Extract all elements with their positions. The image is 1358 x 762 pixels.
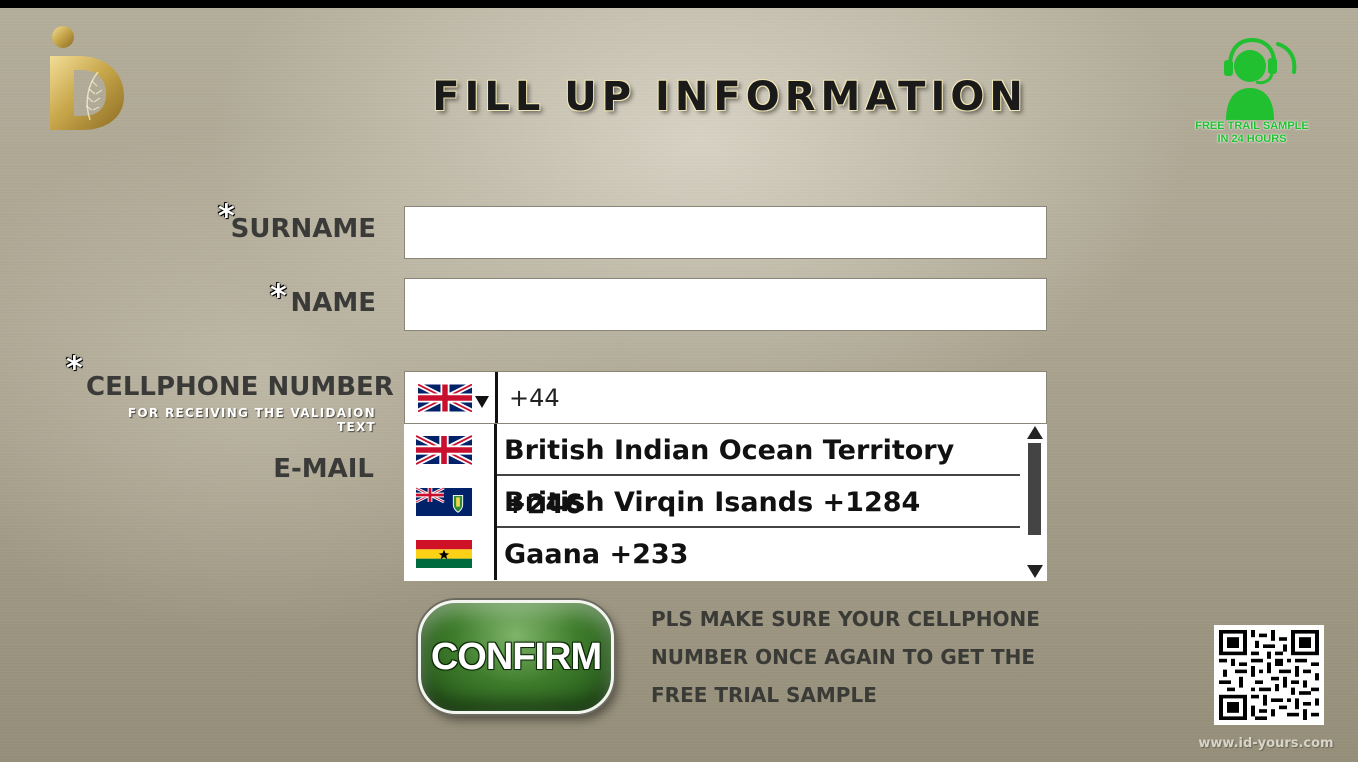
free-trial-badge[interactable]: FREE TRAIL SAMPLE IN 24 HOURS [1186, 36, 1318, 148]
uk-flag-icon [416, 435, 472, 465]
page-title: FILL UP INFORMATION [432, 74, 1028, 120]
country-dropdown-list: British Indian Ocean Territory +246 Brit… [404, 424, 1047, 581]
bvi-flag-icon [416, 487, 472, 516]
notice-line: NUMBER ONCE AGAIN TO GET THE [651, 645, 1036, 669]
notice-line: PLS MAKE SURE YOUR CELLPHONE [651, 607, 1040, 631]
ghana-flag-icon [416, 540, 472, 568]
country-option-label: Gaana +233 [504, 539, 689, 570]
scroll-down-arrow-icon[interactable] [1027, 565, 1043, 578]
scroll-thumb[interactable] [1028, 443, 1041, 535]
option-divider [494, 476, 497, 528]
cellphone-label: CELLPHONE NUMBER [86, 372, 394, 402]
name-label: NAME [290, 288, 376, 318]
website-link[interactable]: www.id-yours.com [1196, 736, 1336, 751]
country-option[interactable]: Gaana +233 [404, 528, 1020, 580]
notice-line: FREE TRIAL SAMPLE [651, 683, 877, 707]
brand-logo [44, 22, 132, 134]
top-bar [0, 0, 1358, 8]
surname-label: SURNAME [230, 214, 376, 244]
required-asterisk: * [66, 349, 83, 387]
country-code-select[interactable] [405, 372, 497, 423]
option-divider [494, 528, 497, 580]
qr-code [1214, 625, 1324, 725]
name-input[interactable] [404, 278, 1047, 331]
email-label: E-MAIL [273, 454, 374, 484]
scroll-up-arrow-icon[interactable] [1027, 426, 1043, 439]
confirmation-notice: PLS MAKE SURE YOUR CELLPHONE NUMBER ONCE… [651, 600, 1071, 714]
uk-flag-icon [418, 384, 472, 412]
country-option[interactable]: British Indian Ocean Territory +246 [404, 424, 1020, 520]
surname-input[interactable] [404, 206, 1047, 259]
dropdown-scrollbar[interactable] [1024, 424, 1047, 581]
country-option-label: British Virqin Isands +1284 [504, 487, 921, 518]
cellphone-input[interactable] [501, 372, 1041, 423]
country-option[interactable]: British Virqin Isands +1284 [404, 476, 1020, 528]
phone-divider [495, 372, 498, 423]
free-trial-line2: IN 24 HOURS [1217, 133, 1287, 145]
qr-code-icon [1219, 630, 1319, 720]
headset-agent-icon [1224, 37, 1297, 120]
option-divider [494, 424, 497, 476]
free-trial-line1: FREE TRAIL SAMPLE [1195, 120, 1309, 132]
cellphone-field [404, 371, 1047, 424]
chevron-down-icon [475, 396, 489, 408]
cellphone-note: FOR RECEIVING THE VALIDAION TEXT [127, 406, 376, 434]
confirm-button[interactable]: CONFIRM [418, 600, 614, 714]
